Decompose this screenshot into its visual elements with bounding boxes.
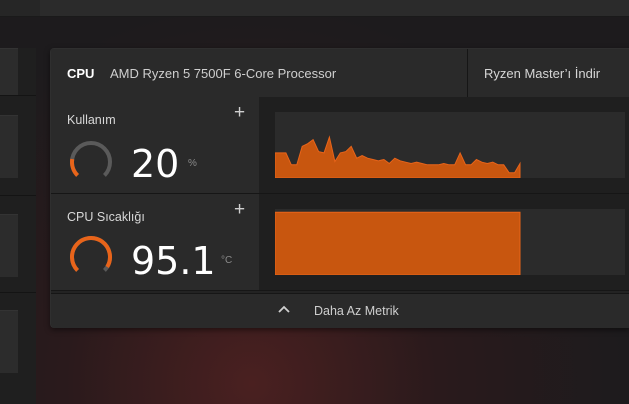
left-panel — [0, 48, 36, 404]
plus-icon[interactable]: + — [234, 200, 245, 220]
metric-summary: Kullanım + 20 % — [51, 97, 259, 193]
metric-title: CPU Sıcaklığı — [67, 210, 145, 224]
metric-unit: °C — [221, 255, 233, 266]
temperature-history-chart — [274, 209, 625, 276]
metric-row-temperature: CPU Sıcaklığı + 95.1 °C — [51, 194, 629, 291]
usage-history-chart — [274, 112, 625, 179]
metric-value: 20 — [131, 142, 180, 186]
plus-icon[interactable]: + — [234, 103, 245, 123]
history-area — [274, 211, 521, 276]
metric-value: 95.1 — [131, 239, 216, 283]
history-area — [274, 135, 521, 179]
cpu-card-header: CPU AMD Ryzen 5 7500F 6-Core Processor R… — [51, 49, 629, 98]
left-panel-header — [0, 48, 18, 95]
usage-history-svg — [274, 135, 521, 179]
temperature-history-panel — [259, 194, 629, 290]
usage-gauge — [70, 141, 112, 177]
left-panel-block — [0, 310, 18, 373]
less-metrics-label: Daha Az Metrik — [314, 304, 399, 318]
download-ryzen-master-link[interactable]: Ryzen Master’ı İndir — [484, 66, 600, 81]
temperature-history-svg — [274, 211, 521, 276]
chevron-up-icon — [278, 305, 290, 313]
processor-name: AMD Ryzen 5 7500F 6-Core Processor — [110, 66, 337, 81]
cpu-metrics-card: CPU AMD Ryzen 5 7500F 6-Core Processor R… — [50, 48, 629, 328]
left-panel-divider — [0, 195, 36, 196]
less-metrics-toggle[interactable]: Daha Az Metrik — [51, 293, 629, 328]
top-bar-panel — [40, 0, 629, 16]
gauge-fill — [70, 236, 112, 272]
metric-summary: CPU Sıcaklığı + 95.1 °C — [51, 194, 259, 290]
gauge-fill — [70, 158, 80, 177]
left-panel-block — [0, 214, 18, 277]
left-panel-divider — [0, 292, 36, 293]
metric-row-usage: Kullanım + 20 % — [51, 97, 629, 194]
window-top-bar — [0, 0, 629, 17]
metric-title: Kullanım — [67, 113, 116, 127]
gauge-track — [70, 141, 112, 177]
temperature-gauge — [70, 236, 112, 272]
row-divider — [51, 290, 629, 291]
header-divider — [467, 49, 468, 97]
usage-history-panel — [259, 97, 629, 193]
metric-unit: % — [188, 158, 197, 169]
left-panel-block — [0, 115, 18, 178]
section-title: CPU — [67, 66, 95, 81]
left-panel-divider — [0, 95, 36, 96]
